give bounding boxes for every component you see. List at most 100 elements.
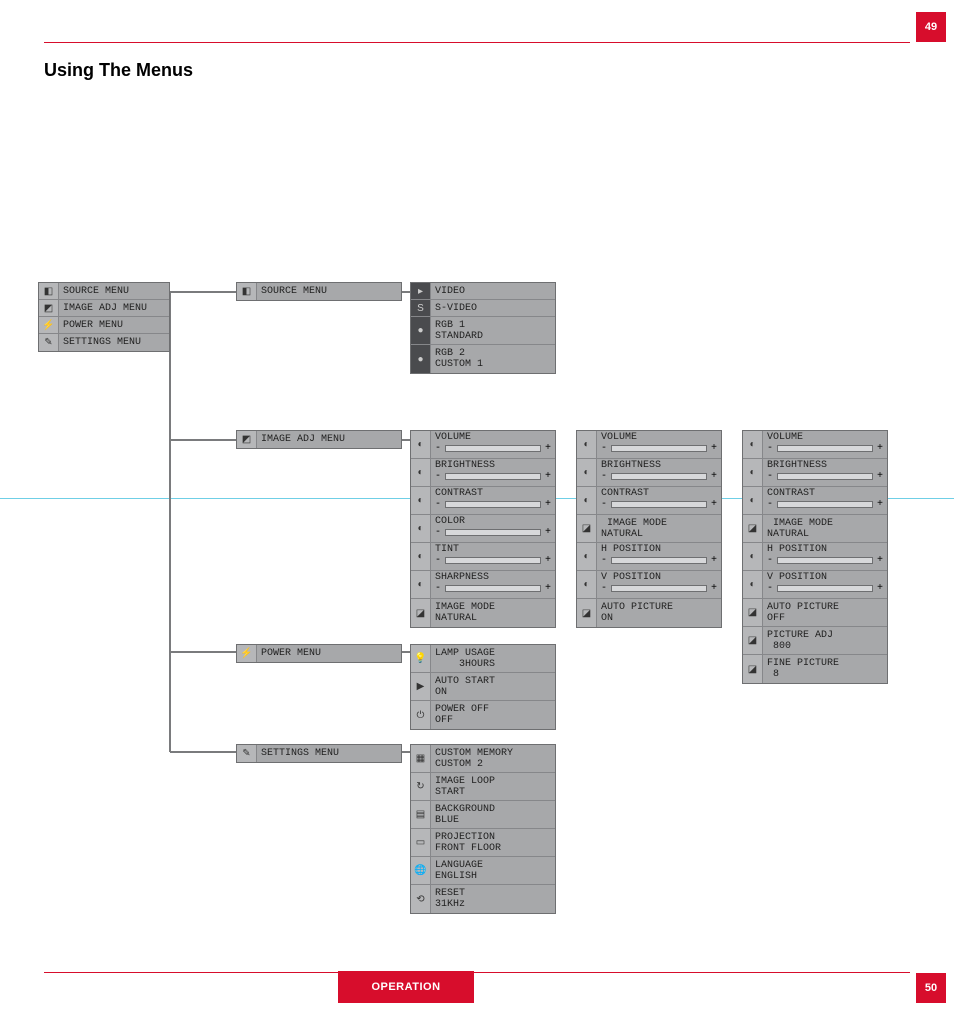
slider-p3b-0[interactable]: ◐H POSITION-+ xyxy=(743,543,887,571)
slider-bar[interactable]: -+ xyxy=(597,499,721,510)
slider-p3b-1[interactable]: ◐V POSITION-+ xyxy=(743,571,887,599)
slider-p1-3[interactable]: ◐COLOR-+ xyxy=(411,515,555,543)
plus-icon[interactable]: + xyxy=(711,499,717,510)
option-power-off[interactable]: ⏻ POWER OFF OFF xyxy=(411,701,555,729)
image-mode[interactable]: ◪ IMAGE MODE NATURAL xyxy=(743,515,887,543)
option-image-loop[interactable]: ↻ IMAGE LOOP START xyxy=(411,773,555,801)
minus-icon[interactable]: - xyxy=(601,583,607,594)
submenu-header[interactable]: ✎ SETTINGS MENU xyxy=(237,745,401,762)
submenu-header[interactable]: ◩ IMAGE ADJ MENU xyxy=(237,431,401,448)
minus-icon[interactable]: - xyxy=(601,443,607,454)
menu-item-power[interactable]: ⚡ POWER MENU xyxy=(39,317,169,334)
plus-icon[interactable]: + xyxy=(877,471,883,482)
plus-icon[interactable]: + xyxy=(545,499,551,510)
plus-icon[interactable]: + xyxy=(545,555,551,566)
plus-icon[interactable]: + xyxy=(711,443,717,454)
slider-p1-5[interactable]: ◐SHARPNESS-+ xyxy=(411,571,555,599)
auto-picture[interactable]: ◪AUTO PICTURE OFF xyxy=(743,599,887,627)
option-background[interactable]: ▤ BACKGROUND BLUE xyxy=(411,801,555,829)
slider-bar[interactable]: -+ xyxy=(763,499,887,510)
plus-icon[interactable]: + xyxy=(877,499,883,510)
plus-icon[interactable]: + xyxy=(711,583,717,594)
slider-p2-2[interactable]: ◐CONTRAST-+ xyxy=(577,487,721,515)
option-custom-memory[interactable]: ▦ CUSTOM MEMORY CUSTOM 2 xyxy=(411,745,555,773)
option-lamp-usage[interactable]: 💡 LAMP USAGE 3HOURS xyxy=(411,645,555,673)
minus-icon[interactable]: - xyxy=(435,583,441,594)
minus-icon[interactable]: - xyxy=(767,443,773,454)
option-projection[interactable]: ▭ PROJECTION FRONT FLOOR xyxy=(411,829,555,857)
slider-p3-0[interactable]: ◐VOLUME-+ xyxy=(743,431,887,459)
option-label: RGB 2 CUSTOM 1 xyxy=(431,345,555,373)
submenu-header[interactable]: ⚡ POWER MENU xyxy=(237,645,401,662)
slider-p2b-0[interactable]: ◐H POSITION-+ xyxy=(577,543,721,571)
menu-item-source[interactable]: ◧ SOURCE MENU xyxy=(39,283,169,300)
slider-label: BRIGHTNESS xyxy=(431,459,555,471)
slider-bar[interactable]: -+ xyxy=(431,583,555,594)
option-reset[interactable]: ⟲ RESET 31KHz xyxy=(411,885,555,913)
slider-bar[interactable]: -+ xyxy=(431,555,555,566)
minus-icon[interactable]: - xyxy=(435,443,441,454)
plus-icon[interactable]: + xyxy=(877,443,883,454)
option-label: IMAGE MODE NATURAL xyxy=(431,599,555,627)
slider-p3-1[interactable]: ◐BRIGHTNESS-+ xyxy=(743,459,887,487)
slider-bar[interactable]: -+ xyxy=(597,471,721,482)
slider-bar[interactable]: -+ xyxy=(763,583,887,594)
slider-p2b-1[interactable]: ◐V POSITION-+ xyxy=(577,571,721,599)
slider-bar[interactable]: -+ xyxy=(597,555,721,566)
plus-icon[interactable]: + xyxy=(545,471,551,482)
minus-icon[interactable]: - xyxy=(435,555,441,566)
option-label: AUTO PICTURE OFF xyxy=(763,599,887,626)
slider-bar[interactable]: -+ xyxy=(431,499,555,510)
minus-icon[interactable]: - xyxy=(435,471,441,482)
slider-p2-1[interactable]: ◐BRIGHTNESS-+ xyxy=(577,459,721,487)
slider-p2-0[interactable]: ◐VOLUME-+ xyxy=(577,431,721,459)
minus-icon[interactable]: - xyxy=(767,499,773,510)
page-number-bottom: 50 xyxy=(916,973,946,1003)
plus-icon[interactable]: + xyxy=(877,555,883,566)
picture-adj[interactable]: ◪PICTURE ADJ 800 xyxy=(743,627,887,655)
minus-icon[interactable]: - xyxy=(601,499,607,510)
option-language[interactable]: 🌐 LANGUAGE ENGLISH xyxy=(411,857,555,885)
slider-p1-0[interactable]: ◐VOLUME-+ xyxy=(411,431,555,459)
minus-icon[interactable]: - xyxy=(435,499,441,510)
submenu-header[interactable]: ◧ SOURCE MENU xyxy=(237,283,401,300)
slider-bar[interactable]: -+ xyxy=(431,471,555,482)
option-auto-start[interactable]: ▶ AUTO START ON xyxy=(411,673,555,701)
settings-icon: ✎ xyxy=(39,334,59,351)
language-icon: 🌐 xyxy=(411,857,431,884)
slider-bar[interactable]: -+ xyxy=(763,555,887,566)
minus-icon[interactable]: - xyxy=(767,583,773,594)
plus-icon[interactable]: + xyxy=(711,555,717,566)
option-rgb1[interactable]: ● RGB 1 STANDARD xyxy=(411,317,555,345)
slider-bar[interactable]: -+ xyxy=(431,443,555,454)
image-mode[interactable]: ◪IMAGE MODE NATURAL xyxy=(411,599,555,627)
option-video[interactable]: ▸ VIDEO xyxy=(411,283,555,300)
slider-bar[interactable]: -+ xyxy=(763,443,887,454)
slider-p1-1[interactable]: ◐BRIGHTNESS-+ xyxy=(411,459,555,487)
minus-icon[interactable]: - xyxy=(435,527,441,538)
option-rgb2[interactable]: ● RGB 2 CUSTOM 1 xyxy=(411,345,555,373)
plus-icon[interactable]: + xyxy=(711,471,717,482)
slider-p1-2[interactable]: ◐CONTRAST-+ xyxy=(411,487,555,515)
option-svideo[interactable]: S S-VIDEO xyxy=(411,300,555,317)
slider-bar[interactable]: -+ xyxy=(597,583,721,594)
slider-bar[interactable]: -+ xyxy=(431,527,555,538)
minus-icon[interactable]: - xyxy=(767,555,773,566)
image-mode[interactable]: ◪ IMAGE MODE NATURAL xyxy=(577,515,721,543)
plus-icon[interactable]: + xyxy=(545,527,551,538)
slider-bar[interactable]: -+ xyxy=(763,471,887,482)
menu-item-image-adj[interactable]: ◩ IMAGE ADJ MENU xyxy=(39,300,169,317)
fine-picture[interactable]: ◪FINE PICTURE 8 xyxy=(743,655,887,683)
plus-icon[interactable]: + xyxy=(545,583,551,594)
slider-p1-4[interactable]: ◐TINT-+ xyxy=(411,543,555,571)
slider-bar[interactable]: -+ xyxy=(597,443,721,454)
minus-icon[interactable]: - xyxy=(767,471,773,482)
plus-icon[interactable]: + xyxy=(545,443,551,454)
plus-icon[interactable]: + xyxy=(877,583,883,594)
auto-picture[interactable]: ◪AUTO PICTURE ON xyxy=(577,599,721,627)
slider-p3-2[interactable]: ◐CONTRAST-+ xyxy=(743,487,887,515)
contrast-icon: ◐ xyxy=(577,487,597,514)
menu-item-settings[interactable]: ✎ SETTINGS MENU xyxy=(39,334,169,351)
minus-icon[interactable]: - xyxy=(601,555,607,566)
minus-icon[interactable]: - xyxy=(601,471,607,482)
